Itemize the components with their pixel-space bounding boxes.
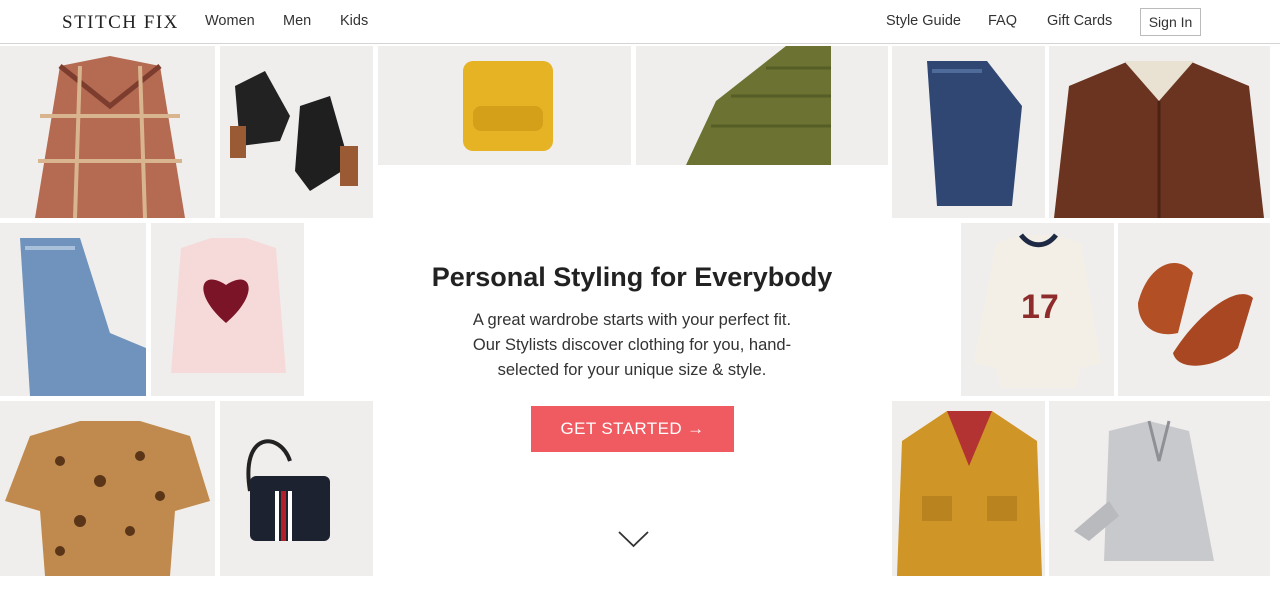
tile-plaid-coat xyxy=(0,46,215,218)
chevron-down-icon[interactable] xyxy=(617,528,650,550)
logo[interactable]: STITCH FIX xyxy=(62,12,179,34)
tile-yellow-sweater xyxy=(378,46,631,165)
get-started-button[interactable]: GET STARTED → xyxy=(531,406,734,452)
sign-in-button[interactable]: Sign In xyxy=(1140,8,1201,36)
site-header: STITCH FIX Women Men Kids Style Guide FA… xyxy=(0,0,1280,44)
nav-gift-cards[interactable]: Gift Cards xyxy=(1047,13,1112,29)
tile-graphic-tee: 17 xyxy=(961,223,1114,396)
tile-dark-jeans xyxy=(892,46,1045,218)
nav-women[interactable]: Women xyxy=(205,13,255,29)
hero-description-line-2: Our Stylists discover clothing for you, … xyxy=(472,336,792,354)
nav-kids[interactable]: Kids xyxy=(340,13,368,29)
hero-description-line-1: A great wardrobe starts with your perfec… xyxy=(472,311,792,329)
tile-olive-puffer-jacket xyxy=(636,46,888,165)
tile-black-ankle-boots xyxy=(220,46,373,218)
nav-faq[interactable]: FAQ xyxy=(988,13,1017,29)
tile-pink-heart-sweater xyxy=(151,223,304,396)
tile-brown-sneakers xyxy=(1118,223,1270,396)
tile-mustard-shirt-jacket xyxy=(892,401,1045,576)
hero-description-line-3: selected for your unique size & style. xyxy=(497,361,767,379)
tile-grey-button-shirt xyxy=(1049,401,1270,576)
hero-title: Personal Styling for Everybody xyxy=(431,262,833,292)
tile-leopard-blouse xyxy=(0,401,215,576)
tile-light-jeans xyxy=(0,223,146,396)
svg-text:17: 17 xyxy=(1021,288,1059,326)
nav-men[interactable]: Men xyxy=(283,13,311,29)
nav-style-guide[interactable]: Style Guide xyxy=(886,13,961,29)
tile-brown-corduroy-jacket xyxy=(1049,46,1270,218)
tile-black-crossbody-bag xyxy=(220,401,373,576)
